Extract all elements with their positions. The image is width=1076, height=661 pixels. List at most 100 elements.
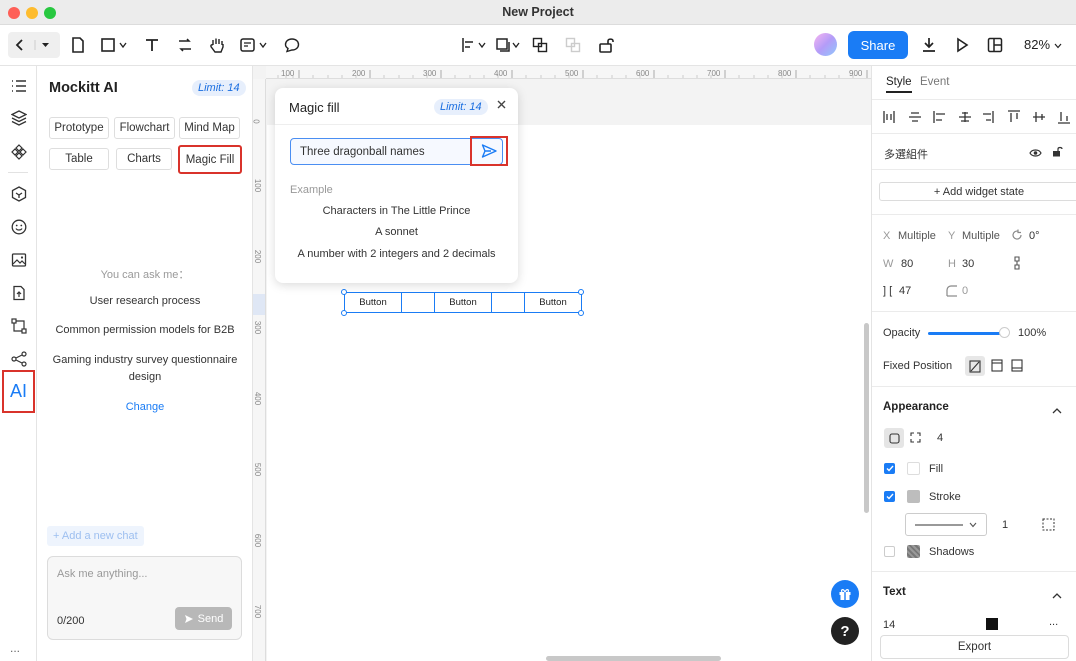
unlock-icon[interactable] (1052, 146, 1063, 160)
rectangle-tool-icon[interactable] (99, 34, 131, 56)
fixed-none-icon[interactable] (965, 356, 985, 376)
chat-input-box[interactable]: Ask me anything... 0/200 Send (47, 556, 242, 640)
individual-corners-icon[interactable] (910, 432, 921, 446)
tag-prototype[interactable]: Prototype (49, 117, 109, 139)
component-name[interactable]: 多選組件 (884, 146, 928, 162)
w-input[interactable]: 80 (901, 258, 913, 270)
corner-radius-value[interactable]: 4 (937, 432, 943, 444)
opacity-slider-track[interactable] (928, 332, 1003, 335)
spacing-input[interactable]: 47 (899, 285, 911, 297)
x-input[interactable]: Multiple (898, 230, 936, 242)
tab-style[interactable]: Style (886, 76, 912, 93)
tag-magic-fill[interactable]: Magic Fill (178, 145, 242, 174)
tag-table[interactable]: Table (49, 148, 109, 170)
more-text-options-icon[interactable]: ... (1049, 616, 1058, 628)
play-preview-icon[interactable] (952, 34, 972, 56)
page-icon[interactable] (69, 34, 87, 56)
suggestion-item-continued[interactable]: design (37, 371, 253, 383)
send-button[interactable]: Send (175, 607, 232, 630)
chevron-up-icon[interactable] (1052, 588, 1062, 602)
page-template-icon[interactable] (9, 283, 29, 303)
connector-tool-icon[interactable] (175, 34, 195, 56)
example-item[interactable]: Characters in The Little Prince (275, 205, 518, 217)
suggestion-item[interactable]: Gaming industry survey questionnaire (37, 354, 253, 366)
fill-checkbox[interactable] (884, 463, 895, 474)
layers-icon[interactable] (9, 108, 29, 128)
opacity-slider-handle[interactable] (999, 327, 1010, 338)
add-new-chat-button[interactable]: + Add a new chat (47, 526, 144, 546)
tab-event[interactable]: Event (920, 76, 949, 88)
back-menu-button[interactable] (8, 32, 60, 58)
fixed-top-icon[interactable] (991, 359, 1003, 375)
suggestion-item[interactable]: User research process (37, 295, 253, 307)
suggestion-item[interactable]: Common permission models for B2B (37, 324, 253, 336)
uniform-corner-icon[interactable] (884, 428, 904, 448)
resize-handle[interactable] (341, 310, 347, 316)
arrange-dropdown-icon[interactable] (495, 34, 523, 56)
unlock-icon[interactable] (596, 34, 618, 56)
fixed-bottom-icon[interactable] (1011, 359, 1023, 375)
outline-list-icon[interactable] (9, 76, 29, 96)
group-button[interactable]: Button (345, 293, 402, 312)
appearance-section-header[interactable]: Appearance (883, 401, 949, 413)
comment-icon[interactable] (282, 34, 302, 56)
group-button[interactable]: Button (435, 293, 492, 312)
tag-mind-map[interactable]: Mind Map (179, 117, 240, 139)
user-avatar[interactable] (814, 33, 837, 56)
radius-input[interactable]: 0 (962, 285, 968, 297)
resize-handle[interactable] (578, 289, 584, 295)
help-button[interactable]: ? (831, 617, 859, 645)
text-section-header[interactable]: Text (883, 586, 906, 598)
components-icon[interactable] (9, 142, 29, 162)
stroke-checkbox[interactable] (884, 491, 895, 502)
add-widget-state-button[interactable]: + Add widget state (879, 182, 1076, 201)
resize-handle[interactable] (578, 310, 584, 316)
stroke-color-swatch[interactable] (907, 490, 920, 503)
font-size-input[interactable]: 14 (883, 619, 895, 631)
stroke-sides-icon[interactable] (1042, 518, 1055, 534)
group-button[interactable] (402, 293, 435, 312)
close-icon[interactable] (496, 99, 507, 113)
h-input[interactable]: 30 (962, 258, 974, 270)
chevron-up-icon[interactable] (1052, 403, 1062, 417)
vertical-scrollbar[interactable] (864, 323, 869, 513)
tag-flowchart[interactable]: Flowchart (114, 117, 175, 139)
text-color-swatch[interactable] (986, 618, 998, 630)
text-tool-icon[interactable] (143, 34, 161, 56)
hand-tool-icon[interactable] (207, 34, 227, 56)
button-group-widget[interactable]: Button Button Button (344, 292, 582, 313)
download-icon[interactable] (919, 34, 939, 56)
example-item[interactable]: A number with 2 integers and 2 decimals (275, 248, 518, 260)
share-button[interactable]: Share (848, 31, 908, 59)
visibility-eye-icon[interactable] (1029, 147, 1042, 161)
more-options-icon[interactable]: ... (10, 641, 20, 655)
align-dropdown-icon[interactable] (461, 34, 489, 56)
ai-tool-button[interactable]: AI (2, 370, 35, 413)
rotation-input[interactable]: 0° (1029, 230, 1040, 242)
stroke-width-input[interactable]: 1 (1002, 519, 1008, 531)
note-tool-icon[interactable] (240, 34, 270, 56)
example-item[interactable]: A sonnet (275, 226, 518, 238)
change-suggestions-link[interactable]: Change (37, 401, 253, 413)
chat-input[interactable]: Ask me anything... (57, 568, 148, 580)
y-input[interactable]: Multiple (962, 230, 1000, 242)
widgets-cube-icon[interactable] (9, 184, 29, 204)
stroke-style-select[interactable] (905, 513, 987, 536)
horizontal-scrollbar[interactable] (546, 656, 721, 661)
group-icon[interactable] (530, 34, 550, 56)
group-button[interactable]: Button (525, 293, 581, 312)
image-icon[interactable] (9, 250, 29, 270)
magic-fill-send-button[interactable] (470, 136, 508, 166)
emoji-icon[interactable] (9, 217, 29, 237)
share-nodes-icon[interactable] (9, 349, 29, 369)
group-button[interactable] (492, 293, 525, 312)
zoom-level[interactable]: 82% (1024, 37, 1062, 52)
shadows-checkbox[interactable] (884, 546, 895, 557)
flow-icon[interactable] (9, 316, 29, 336)
shadow-color-swatch[interactable] (907, 545, 920, 558)
layout-panel-icon[interactable] (985, 34, 1005, 56)
tag-charts[interactable]: Charts (116, 148, 172, 170)
resize-handle[interactable] (341, 289, 347, 295)
fill-color-swatch[interactable] (907, 462, 920, 475)
constrain-ratio-icon[interactable] (1013, 256, 1021, 273)
